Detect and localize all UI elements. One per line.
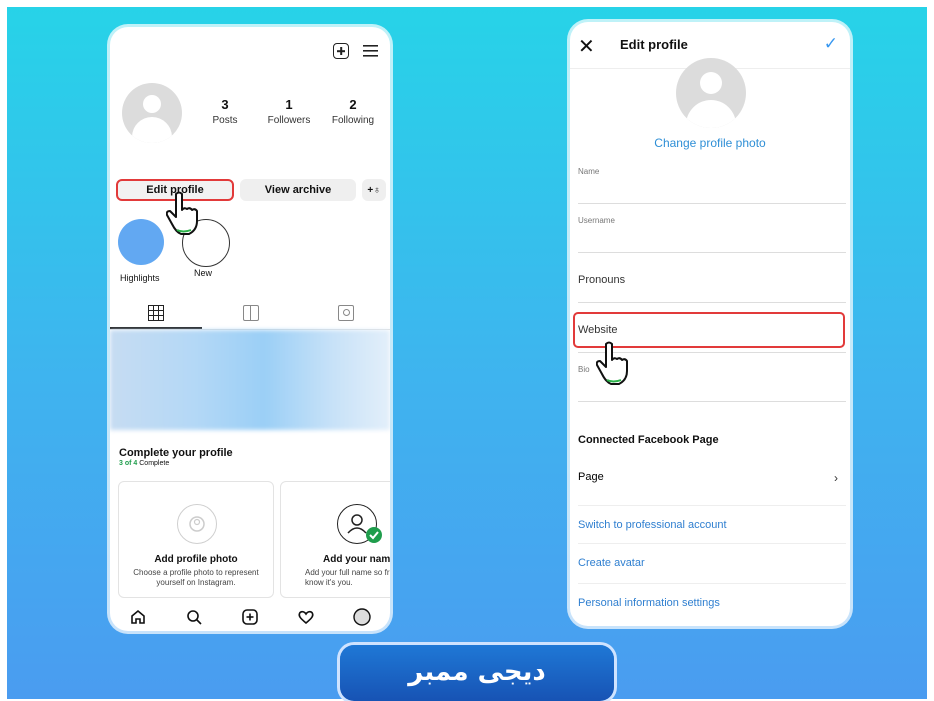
stat-followers[interactable]: 1 Followers [259,97,319,126]
add-name-card[interactable]: Add your name Add your full name so frie… [280,481,390,598]
edit-profile-screen: ✕ Edit profile ✓ Change profile photo Na… [570,22,850,626]
chevron-right-icon: › [834,471,838,485]
close-icon[interactable]: ✕ [578,34,595,59]
switch-professional-link[interactable]: Switch to professional account [578,519,846,544]
page-row[interactable]: Page › [578,471,846,506]
avatar-head-shape [143,95,161,113]
highlight-circle[interactable] [118,219,164,265]
avatar-head-shape [700,72,722,94]
menu-icon[interactable] [363,44,378,58]
card-description: Add your full name so friends know it's … [305,568,390,587]
search-icon[interactable] [185,608,203,626]
card-description: Choose a profile photo to represent your… [133,568,259,587]
heart-icon[interactable] [297,608,315,626]
complete-profile-title: Complete your profile [119,447,233,459]
card-title: Add your name [323,554,390,565]
avatar-body-shape [132,117,172,143]
pronouns-field[interactable]: Pronouns [578,274,846,303]
bio-label: Bio [578,365,590,374]
profile-tabs [110,297,390,330]
avatar[interactable] [122,83,182,143]
username-field[interactable]: Username [578,216,846,253]
add-user-button[interactable]: +♁ [362,179,386,201]
progress-text: Complete [139,460,170,467]
stat-number: 1 [285,97,293,112]
photo-circle-icon [177,504,217,544]
avatar-body-shape [686,100,736,128]
home-icon[interactable] [129,608,147,626]
brand-logo: دیجی ممبر [340,645,614,701]
camera-icon [189,516,205,532]
stat-label: Posts [212,115,238,126]
card-title: Add profile photo [154,554,238,565]
new-highlight-label: New [194,268,213,278]
name-label: Name [578,167,600,176]
add-photo-card[interactable]: Add profile photo Choose a profile photo… [118,481,274,598]
hand-pointer-icon [166,191,198,235]
create-icon[interactable] [333,43,349,59]
grid-icon[interactable] [148,305,164,321]
check-badge-icon [366,527,382,543]
active-tab-indicator [110,327,202,329]
confirm-check-icon[interactable]: ✓ [824,34,838,54]
avatar[interactable] [676,58,746,128]
tagged-icon[interactable] [338,305,354,321]
section-title: Connected Facebook Page [578,434,719,446]
stat-posts[interactable]: 3 Posts [195,97,255,126]
top-icons [333,43,378,59]
page-title: Edit profile [620,37,688,52]
profile-icon[interactable] [353,608,371,626]
pronouns-label: Pronouns [578,274,626,286]
change-photo-link[interactable]: Change profile photo [570,136,850,150]
hand-pointer-icon [596,341,628,385]
stat-number: 3 [221,97,229,112]
personal-info-link[interactable]: Personal information settings [578,597,846,619]
create-avatar-link[interactable]: Create avatar [578,557,846,584]
bottom-nav [110,603,390,631]
stat-label: Following [331,115,375,126]
progress-count: 3 of 4 [119,460,138,467]
view-archive-button[interactable]: View archive [240,179,356,201]
stat-number: 2 [349,97,357,112]
stat-following[interactable]: 2 Following [323,97,383,126]
username-label: Username [578,216,615,225]
highlight-label: Highlights [120,273,160,283]
new-post-icon[interactable] [241,608,259,626]
name-field[interactable]: Name [578,167,846,204]
complete-profile-progress: 3 of 4 Complete [119,460,169,467]
reels-icon[interactable] [243,305,259,321]
blurred-posts [110,330,390,430]
profile-screen: 3 Posts 1 Followers 2 Following Edit pro… [110,27,390,631]
stat-label: Followers [267,115,311,126]
page-row-label: Page [578,471,604,483]
